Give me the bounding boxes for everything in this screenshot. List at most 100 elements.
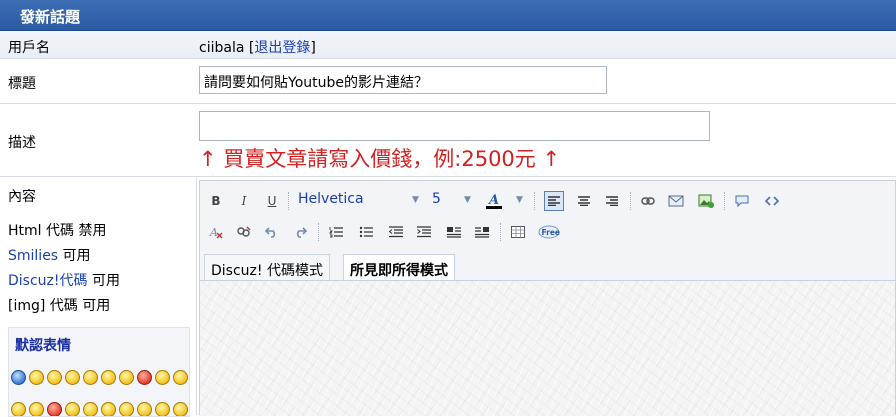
smiley-icon[interactable] xyxy=(83,370,98,385)
redo-icon xyxy=(296,227,307,238)
undo-icon xyxy=(265,227,276,238)
toolbar-separator xyxy=(630,192,632,210)
smiley-icon[interactable] xyxy=(47,370,62,385)
content-label: 內容 xyxy=(8,189,36,205)
description-input[interactable] xyxy=(199,111,710,141)
unlink-button[interactable] xyxy=(234,222,254,242)
username-label: 用戶名 xyxy=(8,40,50,56)
bracket-open: [ xyxy=(244,40,255,56)
align-left-button[interactable] xyxy=(544,191,564,211)
remove-format-button[interactable]: A xyxy=(206,222,226,242)
insert-email-button[interactable] xyxy=(666,191,686,211)
remove-format-icon: A xyxy=(209,226,223,239)
toolbar-separator xyxy=(534,192,536,210)
link-icon xyxy=(641,197,655,205)
insert-link-button[interactable] xyxy=(638,191,658,211)
float-right-button[interactable] xyxy=(472,222,492,242)
image-icon xyxy=(698,194,714,208)
perm-html: Html 代碼 禁用 xyxy=(8,220,106,240)
font-color-icon: A xyxy=(486,193,502,209)
logout-link[interactable]: 退出登錄 xyxy=(254,40,310,56)
username-text: ciibala xyxy=(199,40,245,56)
description-hint: ↑ 買賣文章請寫入價錢，例:2500元 ↑ xyxy=(199,147,561,171)
form-title: 發新話題 xyxy=(20,8,81,26)
smilies-panel: 默認表情 xyxy=(8,327,190,417)
quote-icon xyxy=(735,195,749,208)
ordered-list-icon xyxy=(329,227,343,238)
insert-quote-button[interactable] xyxy=(732,191,752,211)
font-color-button[interactable]: A xyxy=(484,191,504,211)
smiley-icon[interactable] xyxy=(173,370,188,385)
redo-button[interactable] xyxy=(290,222,310,242)
tab-wysiwyg[interactable]: 所見即所得模式 xyxy=(343,254,455,280)
chevron-down-icon[interactable]: ▼ xyxy=(412,195,419,205)
insert-image-button[interactable] xyxy=(696,191,716,211)
toolbar-separator xyxy=(288,192,290,210)
free-tag-icon: Free xyxy=(538,225,560,239)
subject-input[interactable]: 請問要如何貼Youtube的影片連結？ xyxy=(199,66,607,94)
align-center-icon xyxy=(578,196,590,206)
insert-code-button[interactable] xyxy=(762,191,782,211)
smiley-icon[interactable] xyxy=(137,370,152,385)
unordered-list-button[interactable] xyxy=(356,222,376,242)
undo-button[interactable] xyxy=(262,222,282,242)
ordered-list-button[interactable] xyxy=(326,222,346,242)
perm-img-state: 可用 xyxy=(77,298,111,314)
svg-text:A: A xyxy=(209,226,218,239)
perm-smilies-state: 可用 xyxy=(58,248,91,264)
perm-discuz: Discuz!代碼 可用 xyxy=(8,270,120,290)
font-family-select[interactable]: Helvetica xyxy=(298,191,364,207)
float-right-icon xyxy=(475,227,489,238)
float-left-icon xyxy=(447,227,461,238)
align-center-button[interactable] xyxy=(574,191,594,211)
table-icon xyxy=(511,226,525,238)
content-sidebar: 內容 Html 代碼 禁用 Smilies 可用 Discuz!代碼 可用 [i… xyxy=(0,177,197,417)
indent-icon xyxy=(417,226,431,238)
chevron-down-icon[interactable]: ▼ xyxy=(464,195,471,205)
smilies-title: 默認表情 xyxy=(15,338,71,354)
toolbar-separator xyxy=(724,192,726,210)
align-left-icon xyxy=(548,196,560,206)
chevron-down-icon[interactable]: ▼ xyxy=(516,195,523,205)
float-left-button[interactable] xyxy=(444,222,464,242)
bold-button[interactable]: B xyxy=(206,191,226,211)
insert-table-button[interactable] xyxy=(508,222,528,242)
editor-content-area[interactable] xyxy=(200,280,895,416)
indent-button[interactable] xyxy=(414,222,434,242)
perm-discuz-link[interactable]: Discuz!代碼 xyxy=(8,273,88,289)
smiley-icon[interactable] xyxy=(101,370,116,385)
smiley-icon[interactable] xyxy=(65,370,80,385)
perm-html-state: 禁用 xyxy=(74,223,107,239)
unordered-list-icon xyxy=(359,226,373,238)
perm-discuz-state: 可用 xyxy=(87,273,120,289)
underline-button[interactable]: U xyxy=(262,191,282,211)
outdent-icon xyxy=(389,226,403,238)
bracket-close: ] xyxy=(310,40,316,56)
wysiwyg-editor: B I U Helvetica ▼ 5 ▼ A ▼ A Free Discuz!… xyxy=(199,180,896,416)
svg-text:A: A xyxy=(487,193,499,208)
subject-label: 標題 xyxy=(8,76,36,92)
smiley-icon[interactable] xyxy=(29,370,44,385)
unlink-icon xyxy=(237,226,251,237)
outdent-button[interactable] xyxy=(386,222,406,242)
italic-button[interactable]: I xyxy=(234,191,254,211)
description-label: 描述 xyxy=(8,135,36,151)
smiley-icon[interactable] xyxy=(119,370,134,385)
align-right-button[interactable] xyxy=(602,191,622,211)
perm-img-name: [img] 代碼 xyxy=(8,298,78,314)
username-value: ciibala [退出登錄] xyxy=(199,37,316,57)
perm-smilies: Smilies 可用 xyxy=(8,245,91,265)
perm-html-name: Html 代碼 xyxy=(8,223,74,239)
svg-text:Free: Free xyxy=(542,228,561,237)
toolbar-separator xyxy=(318,223,320,241)
tab-discuz-code[interactable]: Discuz! 代碼模式 xyxy=(204,254,330,280)
perm-img: [img] 代碼 可用 xyxy=(8,295,110,315)
perm-smilies-link[interactable]: Smilies xyxy=(8,248,58,264)
smiley-icon[interactable] xyxy=(155,370,170,385)
form-header: 發新話題 xyxy=(0,0,896,31)
code-icon xyxy=(765,196,779,206)
username-row: 用戶名 ciibala [退出登錄] xyxy=(0,31,896,59)
free-tag-button[interactable]: Free xyxy=(536,222,562,242)
smiley-icon[interactable] xyxy=(11,370,26,385)
font-size-select[interactable]: 5 xyxy=(432,191,441,207)
